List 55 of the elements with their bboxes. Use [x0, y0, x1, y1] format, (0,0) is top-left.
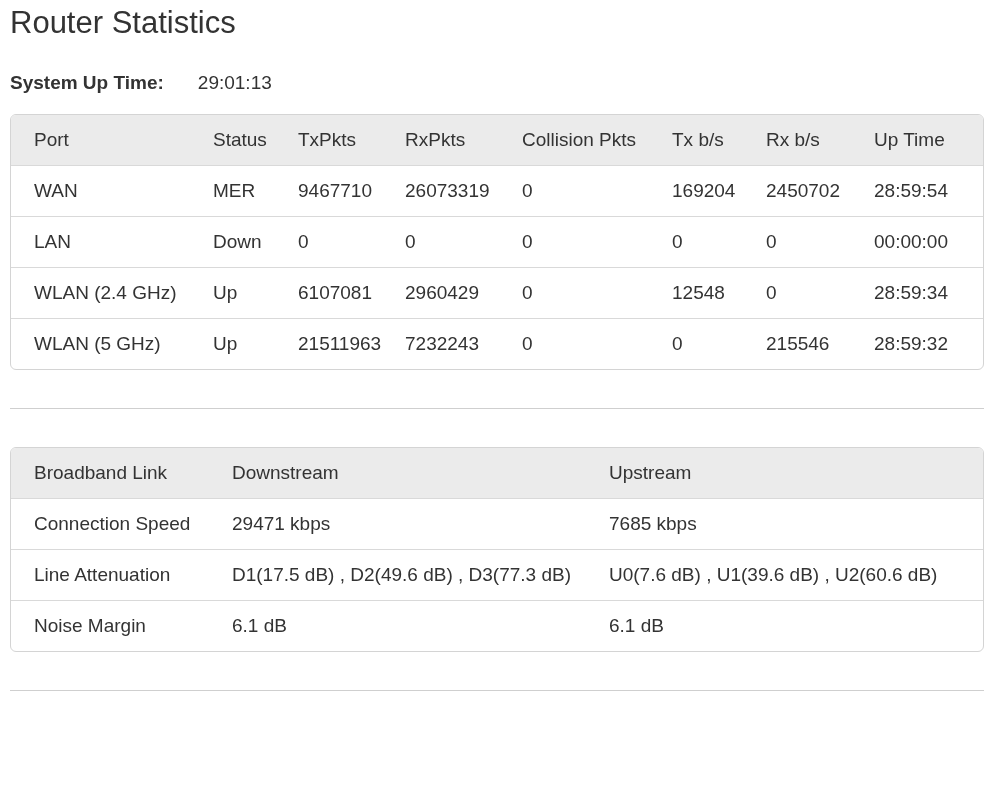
table-cell: 28:59:34	[874, 267, 983, 319]
table-cell: 0	[522, 165, 672, 217]
table-cell: Up	[213, 318, 298, 369]
table-cell: 21511963	[298, 318, 405, 369]
column-header: Up Time	[874, 114, 983, 166]
table-cell: 2450702	[766, 165, 874, 217]
table-cell: 28:59:32	[874, 318, 983, 369]
table-cell: LAN	[11, 216, 213, 268]
table-cell: WLAN (5 GHz)	[11, 318, 213, 369]
table-cell: 0	[522, 216, 672, 268]
table-cell: 00:00:00	[874, 216, 983, 268]
table-cell: Up	[213, 267, 298, 319]
table-cell: MER	[213, 165, 298, 217]
column-header: Downstream	[232, 447, 609, 499]
table-cell: 215546	[766, 318, 874, 369]
table-cell: 6.1 dB	[232, 600, 609, 651]
table-cell: Noise Margin	[11, 600, 232, 651]
table-cell: 2960429	[405, 267, 522, 319]
table-cell: 0	[522, 267, 672, 319]
page-title: Router Statistics	[10, 4, 237, 42]
table-cell: 6.1 dB	[609, 600, 983, 651]
table-cell: 6107081	[298, 267, 405, 319]
column-header: Collision Pkts	[522, 114, 672, 166]
table-cell: 7232243	[405, 318, 522, 369]
table-cell: Down	[213, 216, 298, 268]
table-cell: 0	[522, 318, 672, 369]
table-cell: 169204	[672, 165, 766, 217]
column-header: Tx b/s	[672, 114, 766, 166]
table-cell: 0	[672, 216, 766, 268]
table-cell: 9467710	[298, 165, 405, 217]
table-cell: 7685 kbps	[609, 498, 983, 550]
table-cell: 0	[405, 216, 522, 268]
table-cell: Line Attenuation	[11, 549, 232, 601]
column-header: Status	[213, 114, 298, 166]
column-header: Upstream	[609, 447, 983, 499]
table-cell: D1(17.5 dB) , D2(49.6 dB) , D3(77.3 dB)	[232, 549, 609, 601]
table-cell: 28:59:54	[874, 165, 983, 217]
column-header: RxPkts	[405, 114, 522, 166]
table-cell: 0	[766, 267, 874, 319]
column-header: Port	[11, 114, 213, 166]
table-cell: 0	[672, 318, 766, 369]
table-cell: 12548	[672, 267, 766, 319]
up-time-value: 29:01:13	[197, 71, 272, 96]
column-header: TxPkts	[298, 114, 405, 166]
table-cell: 0	[766, 216, 874, 268]
table-cell: WAN	[11, 165, 213, 217]
column-header: Rx b/s	[766, 114, 874, 166]
table-cell: 0	[298, 216, 405, 268]
table-cell: 26073319	[405, 165, 522, 217]
table-cell: WLAN (2.4 GHz)	[11, 267, 213, 319]
table-cell: Connection Speed	[11, 498, 232, 550]
table-cell: U0(7.6 dB) , U1(39.6 dB) , U2(60.6 dB)	[609, 549, 983, 601]
column-header: Broadband Link	[11, 447, 232, 499]
table-cell: 29471 kbps	[232, 498, 609, 550]
up-time-label: System Up Time:	[10, 71, 164, 96]
